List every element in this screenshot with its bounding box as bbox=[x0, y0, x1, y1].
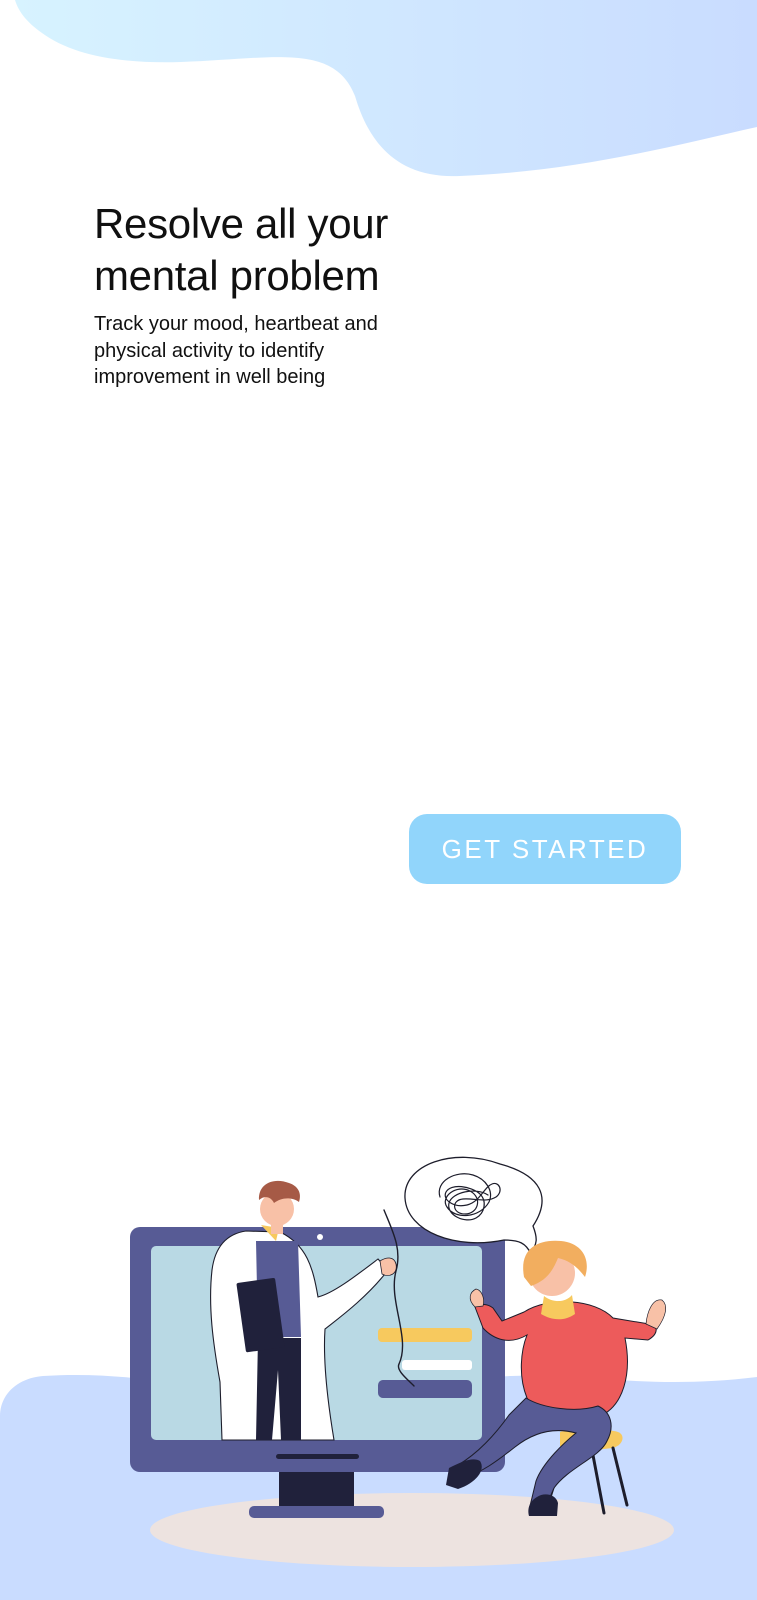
page-subtitle: Track your mood, heartbeat and physical … bbox=[94, 313, 378, 388]
monitor-base bbox=[249, 1506, 384, 1518]
screen-line-yellow bbox=[378, 1328, 472, 1342]
woman-right-hand bbox=[645, 1299, 667, 1330]
floor-shadow bbox=[150, 1493, 674, 1567]
screen-line-blue bbox=[378, 1380, 472, 1398]
webcam-dot bbox=[317, 1234, 323, 1240]
woman-collar bbox=[541, 1295, 575, 1320]
screen-line-white bbox=[402, 1360, 472, 1370]
onboarding-screen: Resolve all your mental problem Track yo… bbox=[0, 0, 757, 1600]
top-decorative-wave bbox=[15, 0, 757, 177]
doctor-video-consultation-illustration-icon bbox=[130, 1156, 674, 1567]
page-title: Resolve all your mental problem bbox=[94, 200, 388, 299]
doctor-right-hand bbox=[379, 1257, 397, 1276]
get-started-button[interactable]: GET STARTED bbox=[409, 814, 681, 884]
monitor-speaker-slot bbox=[276, 1454, 359, 1459]
doctor-neck bbox=[271, 1222, 283, 1234]
monitor-neck bbox=[279, 1472, 354, 1508]
